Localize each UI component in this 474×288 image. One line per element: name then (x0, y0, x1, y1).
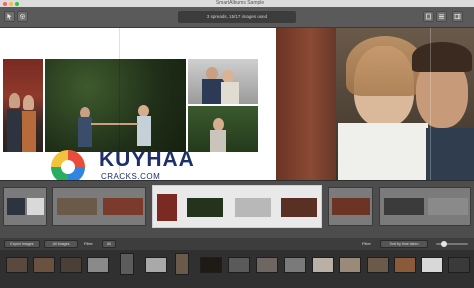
image-thumbnail[interactable] (284, 257, 306, 273)
spread-thumbnail[interactable] (328, 187, 373, 226)
image-thumbnail[interactable] (448, 257, 470, 273)
select-tool-icon (7, 13, 12, 20)
watermark-brand: KUYHAA (99, 148, 195, 171)
panel-view-button[interactable] (452, 11, 463, 22)
window-title: SmartAlbums Sample (215, 0, 265, 6)
zoom-window-button[interactable] (15, 2, 19, 6)
image-thumbnail[interactable] (312, 257, 334, 273)
toolbar: 3 spreads, 15/17 images used (0, 7, 474, 28)
sort-label: Filter (362, 241, 371, 246)
filter-count-select[interactable]: All (102, 240, 116, 248)
image-thumbnail[interactable] (421, 257, 443, 273)
slider-knob[interactable] (441, 241, 448, 247)
right-page-photo[interactable] (276, 28, 474, 180)
spread-mini-photo (187, 198, 223, 217)
image-thumbnail[interactable] (228, 257, 250, 273)
image-source-select[interactable]: All Images (44, 240, 78, 248)
spread-thumbnail[interactable] (379, 187, 471, 226)
images-strip (0, 250, 474, 288)
spread-mini-photo (157, 194, 177, 221)
image-thumbnail[interactable] (200, 257, 222, 273)
photo-woman-ivy[interactable] (188, 106, 258, 152)
spread-mini-photo (27, 198, 44, 215)
images-filter-bar: Export Images All Images Filter All Filt… (0, 238, 474, 250)
image-thumbnail[interactable] (339, 257, 361, 273)
spread-mini-photo (235, 198, 271, 217)
image-thumbnail[interactable] (367, 257, 389, 273)
spread-mini-photo (332, 198, 370, 215)
album-summary: 3 spreads, 15/17 images used (178, 11, 296, 23)
gear-icon (19, 13, 26, 20)
spread-thumbnail[interactable] (3, 187, 47, 226)
image-thumbnail[interactable] (145, 257, 167, 273)
list-view-icon (439, 14, 444, 19)
list-view-button[interactable] (436, 11, 447, 22)
filter-label: Filter (84, 241, 93, 246)
photo-couple-sweater[interactable] (188, 59, 258, 104)
spread-mini-photo (57, 198, 97, 215)
image-thumbnail[interactable] (175, 253, 189, 275)
image-thumbnail[interactable] (33, 257, 55, 273)
settings-button[interactable] (17, 11, 28, 22)
spreads-strip (0, 180, 474, 238)
single-page-view-button[interactable] (423, 11, 434, 22)
spread-mini-photo (384, 198, 424, 215)
image-thumbnail[interactable] (120, 253, 134, 275)
single-page-view-icon (426, 13, 431, 20)
export-images-button[interactable]: Export Images (4, 240, 40, 248)
photo-ivy-wall[interactable] (45, 59, 186, 152)
thumbnail-size-slider[interactable] (436, 241, 468, 247)
spread-mini-photo (281, 198, 317, 217)
image-thumbnail[interactable] (87, 257, 109, 273)
spread-thumbnail-selected[interactable] (152, 185, 322, 228)
photo-couple-red-wall[interactable] (3, 59, 43, 152)
window-titlebar: SmartAlbums Sample (0, 0, 474, 7)
image-thumbnail[interactable] (6, 257, 28, 273)
select-tool-button[interactable] (4, 11, 15, 22)
spread-mini-photo (103, 198, 143, 215)
image-thumbnail[interactable] (60, 257, 82, 273)
panel-view-icon (454, 14, 461, 19)
image-thumbnail[interactable] (256, 257, 278, 273)
spread-thumbnail[interactable] (52, 187, 146, 226)
sort-select[interactable]: Sort by time taken (380, 240, 428, 248)
close-window-button[interactable] (3, 2, 7, 6)
spread-mini-photo (7, 198, 25, 215)
spread-mini-photo (428, 198, 468, 215)
minimize-window-button[interactable] (9, 2, 13, 6)
image-thumbnail[interactable] (394, 257, 416, 273)
